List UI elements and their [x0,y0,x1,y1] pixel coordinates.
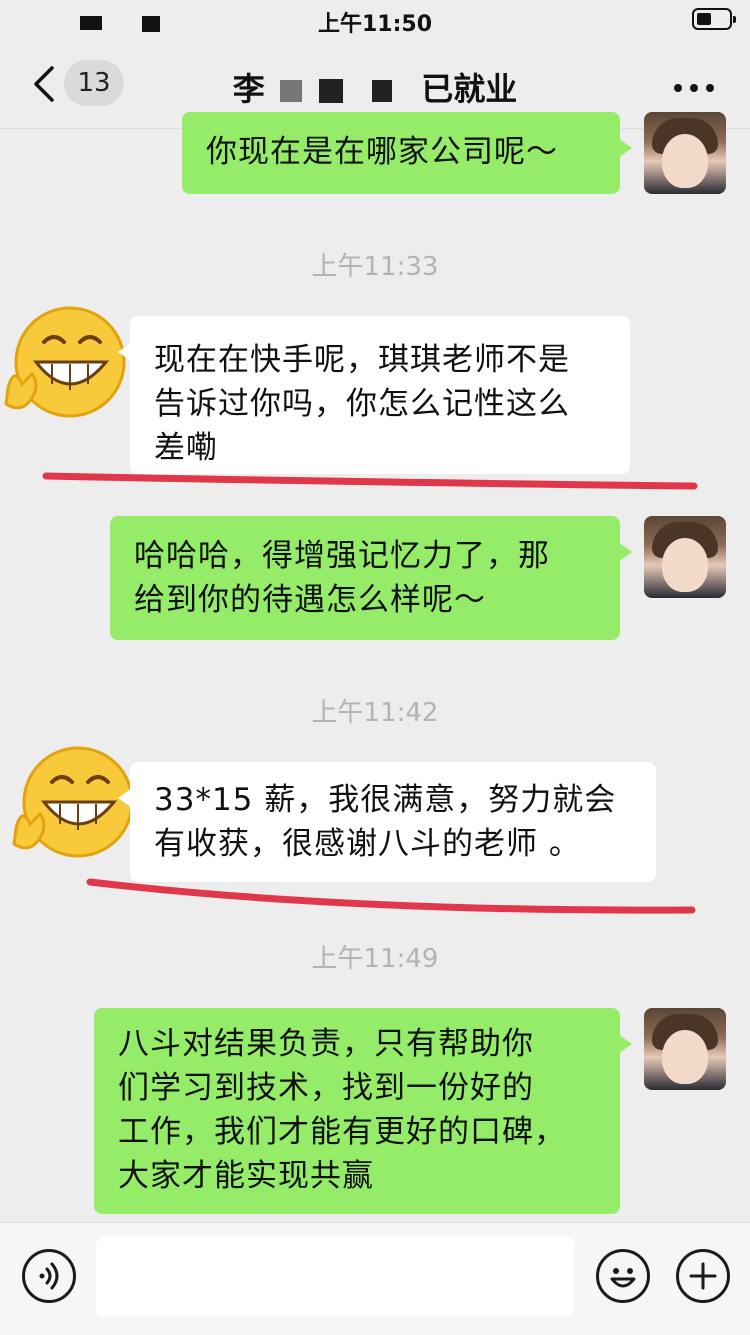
battery-icon [692,8,736,30]
message-bubble-sent[interactable]: 哈哈哈，得增强记忆力了，那 给到你的待遇怎么样呢～ [110,516,632,640]
avatar[interactable] [644,516,726,598]
emoji-icon[interactable] [596,1249,650,1303]
voice-icon[interactable] [22,1249,76,1303]
message-bubble-received[interactable]: 33*15 薪，我很满意，努力就会 有收获，很感谢八斗的老师 。 [118,762,656,882]
message-timestamp: 上午11:33 [311,252,439,282]
message-bubble-sent[interactable]: 你现在是在哪家公司呢～ [182,112,632,194]
message-bubble-sent[interactable]: 八斗对结果负责，只有帮助你 们学习到技术，找到一份好的 工作，我们才能有更好的口… [94,1008,632,1214]
redaction-block [279,80,302,102]
grinning-emoji-avatar-icon[interactable] [0,300,128,428]
highlight-underline [42,472,698,490]
message-input[interactable] [96,1237,574,1317]
grinning-emoji-avatar-icon[interactable] [8,740,136,868]
chat-title-prefix: 李 [232,70,265,108]
redaction-block [372,80,393,102]
avatar[interactable] [644,1008,726,1090]
status-time: 上午11:50 [317,12,433,37]
highlight-underline [86,878,696,914]
message-bubble-received[interactable]: 现在在快手呢，琪琪老师不是 告诉过你吗，你怎么记性这么 差嘞 [118,316,630,474]
chat-title-suffix: 已就业 [421,70,518,108]
redaction-block [319,79,343,103]
message-timestamp: 上午11:49 [311,944,439,974]
chat-title: 李 已就业 [0,64,750,110]
chat-input-bar [0,1222,750,1335]
status-bar: 上午11:50 [0,0,750,44]
more-dots-icon[interactable] [674,84,714,94]
message-timestamp: 上午11:42 [311,698,439,728]
plus-icon[interactable] [676,1249,730,1303]
avatar[interactable] [644,112,726,194]
